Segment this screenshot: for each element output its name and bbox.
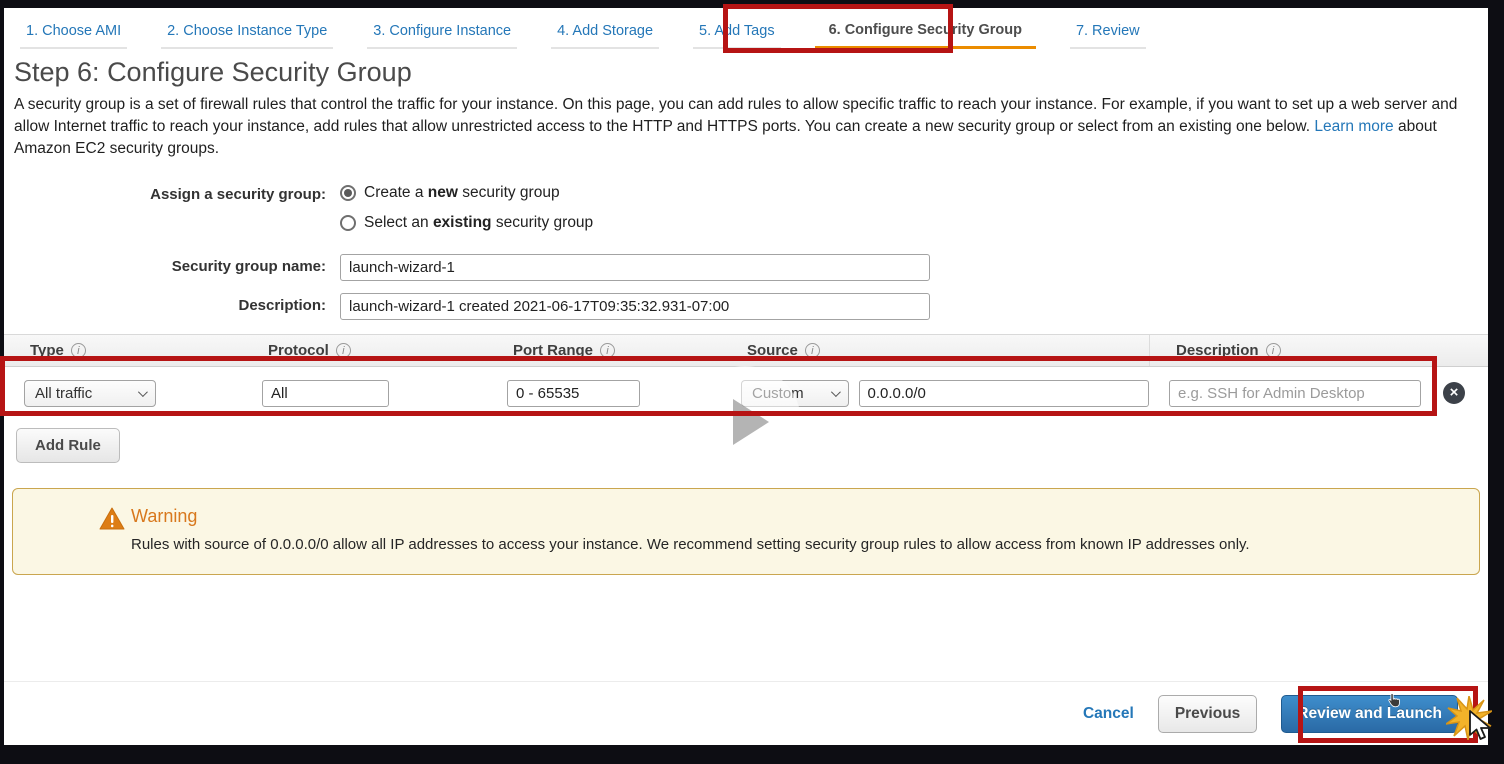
- learn-more-link[interactable]: Learn more: [1314, 118, 1393, 135]
- tab-choose-instance-type[interactable]: 2. Choose Instance Type: [161, 19, 334, 49]
- rule-type-value: All traffic: [35, 384, 93, 402]
- cancel-button[interactable]: Cancel: [1083, 705, 1134, 723]
- video-frame: 1. Choose AMI 2. Choose Instance Type 3.…: [0, 0, 1504, 764]
- description-text: A security group is a set of firewall ru…: [14, 96, 1458, 135]
- add-rule-button[interactable]: Add Rule: [16, 428, 120, 463]
- radio-selected-icon[interactable]: [340, 185, 356, 201]
- column-header-source: Source i: [721, 335, 1149, 366]
- delete-rule-button[interactable]: ×: [1443, 382, 1465, 404]
- warning-banner: Warning Rules with source of 0.0.0.0/0 a…: [12, 488, 1480, 575]
- tab-configure-security-group[interactable]: 6. Configure Security Group: [814, 18, 1036, 49]
- page-description: A security group is a set of firewall ru…: [14, 94, 1478, 160]
- radio-select-existing-group[interactable]: Select an existing security group: [340, 214, 593, 232]
- wizard-step-tabs: 1. Choose AMI 2. Choose Instance Type 3.…: [4, 8, 1488, 49]
- rule-port-range-input[interactable]: [507, 379, 640, 407]
- rule-description-input[interactable]: [1169, 379, 1421, 407]
- tab-add-storage[interactable]: 4. Add Storage: [551, 19, 660, 49]
- security-group-name-input[interactable]: [340, 254, 930, 281]
- info-icon[interactable]: i: [335, 343, 351, 358]
- warning-title: Warning: [131, 506, 198, 526]
- radio-unselected-icon[interactable]: [340, 215, 356, 231]
- info-icon[interactable]: i: [600, 343, 616, 358]
- chevron-down-icon: [137, 386, 148, 397]
- column-header-protocol: Protocol i: [242, 335, 487, 366]
- previous-button[interactable]: Previous: [1157, 694, 1258, 733]
- assign-security-group-label: Assign a security group:: [150, 186, 326, 203]
- radio-select-existing-label: Select an existing security group: [364, 214, 594, 231]
- info-icon[interactable]: i: [804, 343, 820, 358]
- review-and-launch-button[interactable]: Review and Launch: [1281, 694, 1458, 733]
- tab-review[interactable]: 7. Review: [1069, 19, 1146, 49]
- column-header-actions: [1421, 335, 1488, 366]
- assign-security-group-options: Create a new security group Select an ex…: [340, 182, 593, 232]
- tab-add-tags[interactable]: 5. Add Tags: [693, 19, 781, 49]
- column-header-type: Type i: [4, 335, 242, 366]
- info-icon[interactable]: i: [1265, 343, 1281, 358]
- info-icon[interactable]: i: [70, 343, 86, 358]
- video-play-button[interactable]: [689, 366, 801, 478]
- rule-source-cidr-input[interactable]: [858, 379, 1149, 407]
- warning-message: Rules with source of 0.0.0.0/0 allow all…: [131, 536, 1250, 553]
- security-group-form: Assign a security group: Create a new se…: [4, 182, 1488, 320]
- description-input[interactable]: [340, 293, 930, 320]
- play-icon: [733, 399, 769, 445]
- tab-configure-instance[interactable]: 3. Configure Instance: [367, 19, 518, 49]
- column-header-description: Description i: [1149, 335, 1421, 366]
- rule-type-select[interactable]: All traffic: [24, 379, 156, 407]
- chevron-down-icon: [830, 386, 841, 397]
- description-label: Description:: [238, 297, 326, 314]
- wizard-footer: Cancel Previous Review and Launch: [4, 681, 1488, 745]
- tab-choose-ami[interactable]: 1. Choose AMI: [20, 19, 128, 49]
- radio-create-new-group[interactable]: Create a new security group: [340, 184, 593, 202]
- radio-create-new-label: Create a new security group: [364, 184, 560, 201]
- rules-table-header: Type i Protocol i Port Range i Source i Desc…: [4, 334, 1488, 367]
- rule-protocol-input[interactable]: [262, 379, 389, 407]
- page-title: Step 6: Configure Security Group: [14, 57, 412, 87]
- warning-triangle-icon: [99, 507, 125, 536]
- security-group-name-label: Security group name:: [171, 258, 326, 275]
- column-header-port-range: Port Range i: [487, 335, 721, 366]
